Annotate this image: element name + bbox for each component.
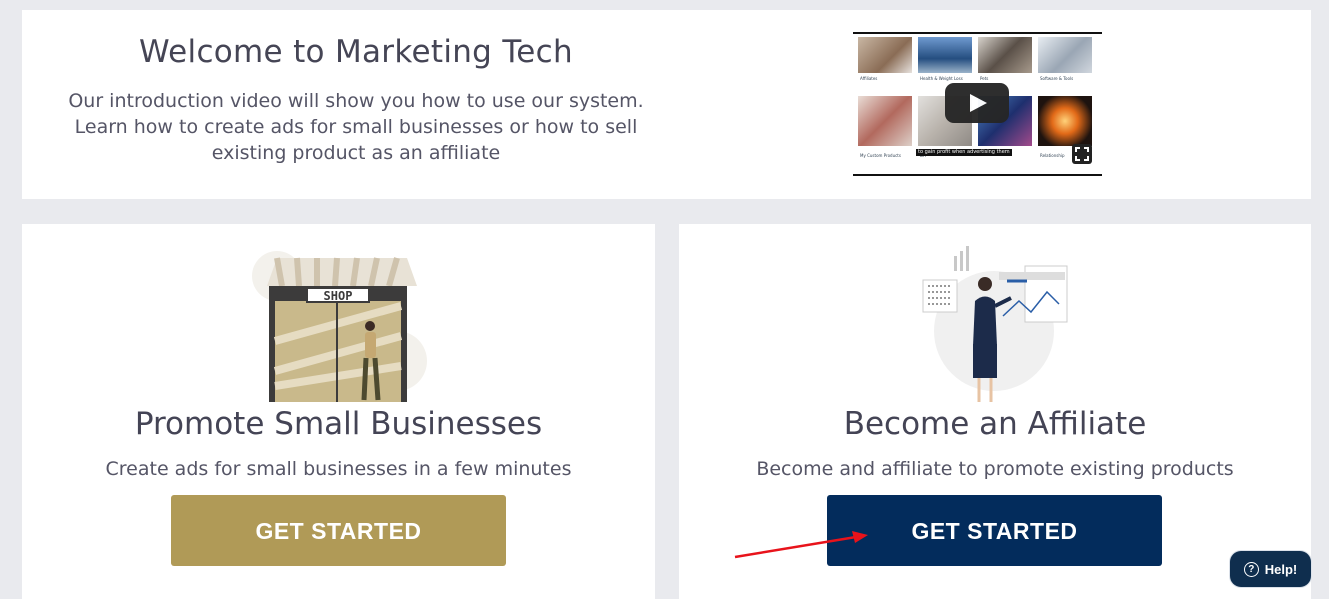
- help-button[interactable]: ? Help!: [1230, 551, 1311, 587]
- annotation-arrow: [734, 531, 868, 559]
- promote-get-started-button[interactable]: GET STARTED: [171, 495, 506, 566]
- affiliate-title: Become an Affiliate: [843, 406, 1147, 442]
- play-icon[interactable]: [945, 83, 1009, 123]
- video-caption: to gain profit when advertising them: [916, 149, 1012, 156]
- shop-illustration: SHOP: [252, 251, 427, 402]
- video-thumbnail: [1038, 37, 1092, 73]
- video-thumbnail: [918, 37, 972, 73]
- affiliate-get-started-button[interactable]: GET STARTED: [827, 495, 1162, 566]
- video-category-label: Health & Weight Loss: [920, 76, 963, 81]
- affiliate-subtitle: Become and affiliate to promote existing…: [756, 458, 1234, 480]
- welcome-description-line: Our introduction video will show you how…: [68, 90, 644, 112]
- welcome-card: Welcome to Marketing Tech Our introducti…: [22, 10, 1311, 199]
- intro-video[interactable]: Affiliates Health & Weight Loss Pets Sof…: [853, 32, 1102, 176]
- video-thumbnail: [858, 37, 912, 73]
- fullscreen-icon[interactable]: [1072, 144, 1092, 164]
- video-category-label: Affiliates: [860, 76, 878, 81]
- affiliate-illustration: [922, 246, 1068, 402]
- promote-subtitle: Create ads for small businesses in a few…: [105, 458, 572, 480]
- welcome-description: Our introduction video will show you how…: [42, 88, 670, 166]
- video-thumbnail: [1038, 96, 1092, 146]
- help-label: Help!: [1264, 561, 1298, 577]
- welcome-description-line: Learn how to create ads for small busine…: [74, 116, 638, 138]
- welcome-description-line: existing product as an affiliate: [211, 142, 501, 164]
- shop-sign: SHOP: [324, 289, 353, 303]
- video-thumbnail: [978, 37, 1032, 73]
- promote-card: SHOP Promote Small Businesses Create ads…: [22, 224, 655, 599]
- video-category-label: Software & Tools: [1040, 76, 1074, 81]
- video-thumbnail: [858, 96, 912, 146]
- video-category-label: Relationship: [1040, 153, 1065, 158]
- video-category-label: Pets: [980, 76, 989, 81]
- video-category-label: My Custom Products: [860, 153, 901, 158]
- welcome-title: Welcome to Marketing Tech: [139, 34, 573, 70]
- question-icon: ?: [1243, 561, 1259, 577]
- promote-title: Promote Small Businesses: [134, 406, 543, 442]
